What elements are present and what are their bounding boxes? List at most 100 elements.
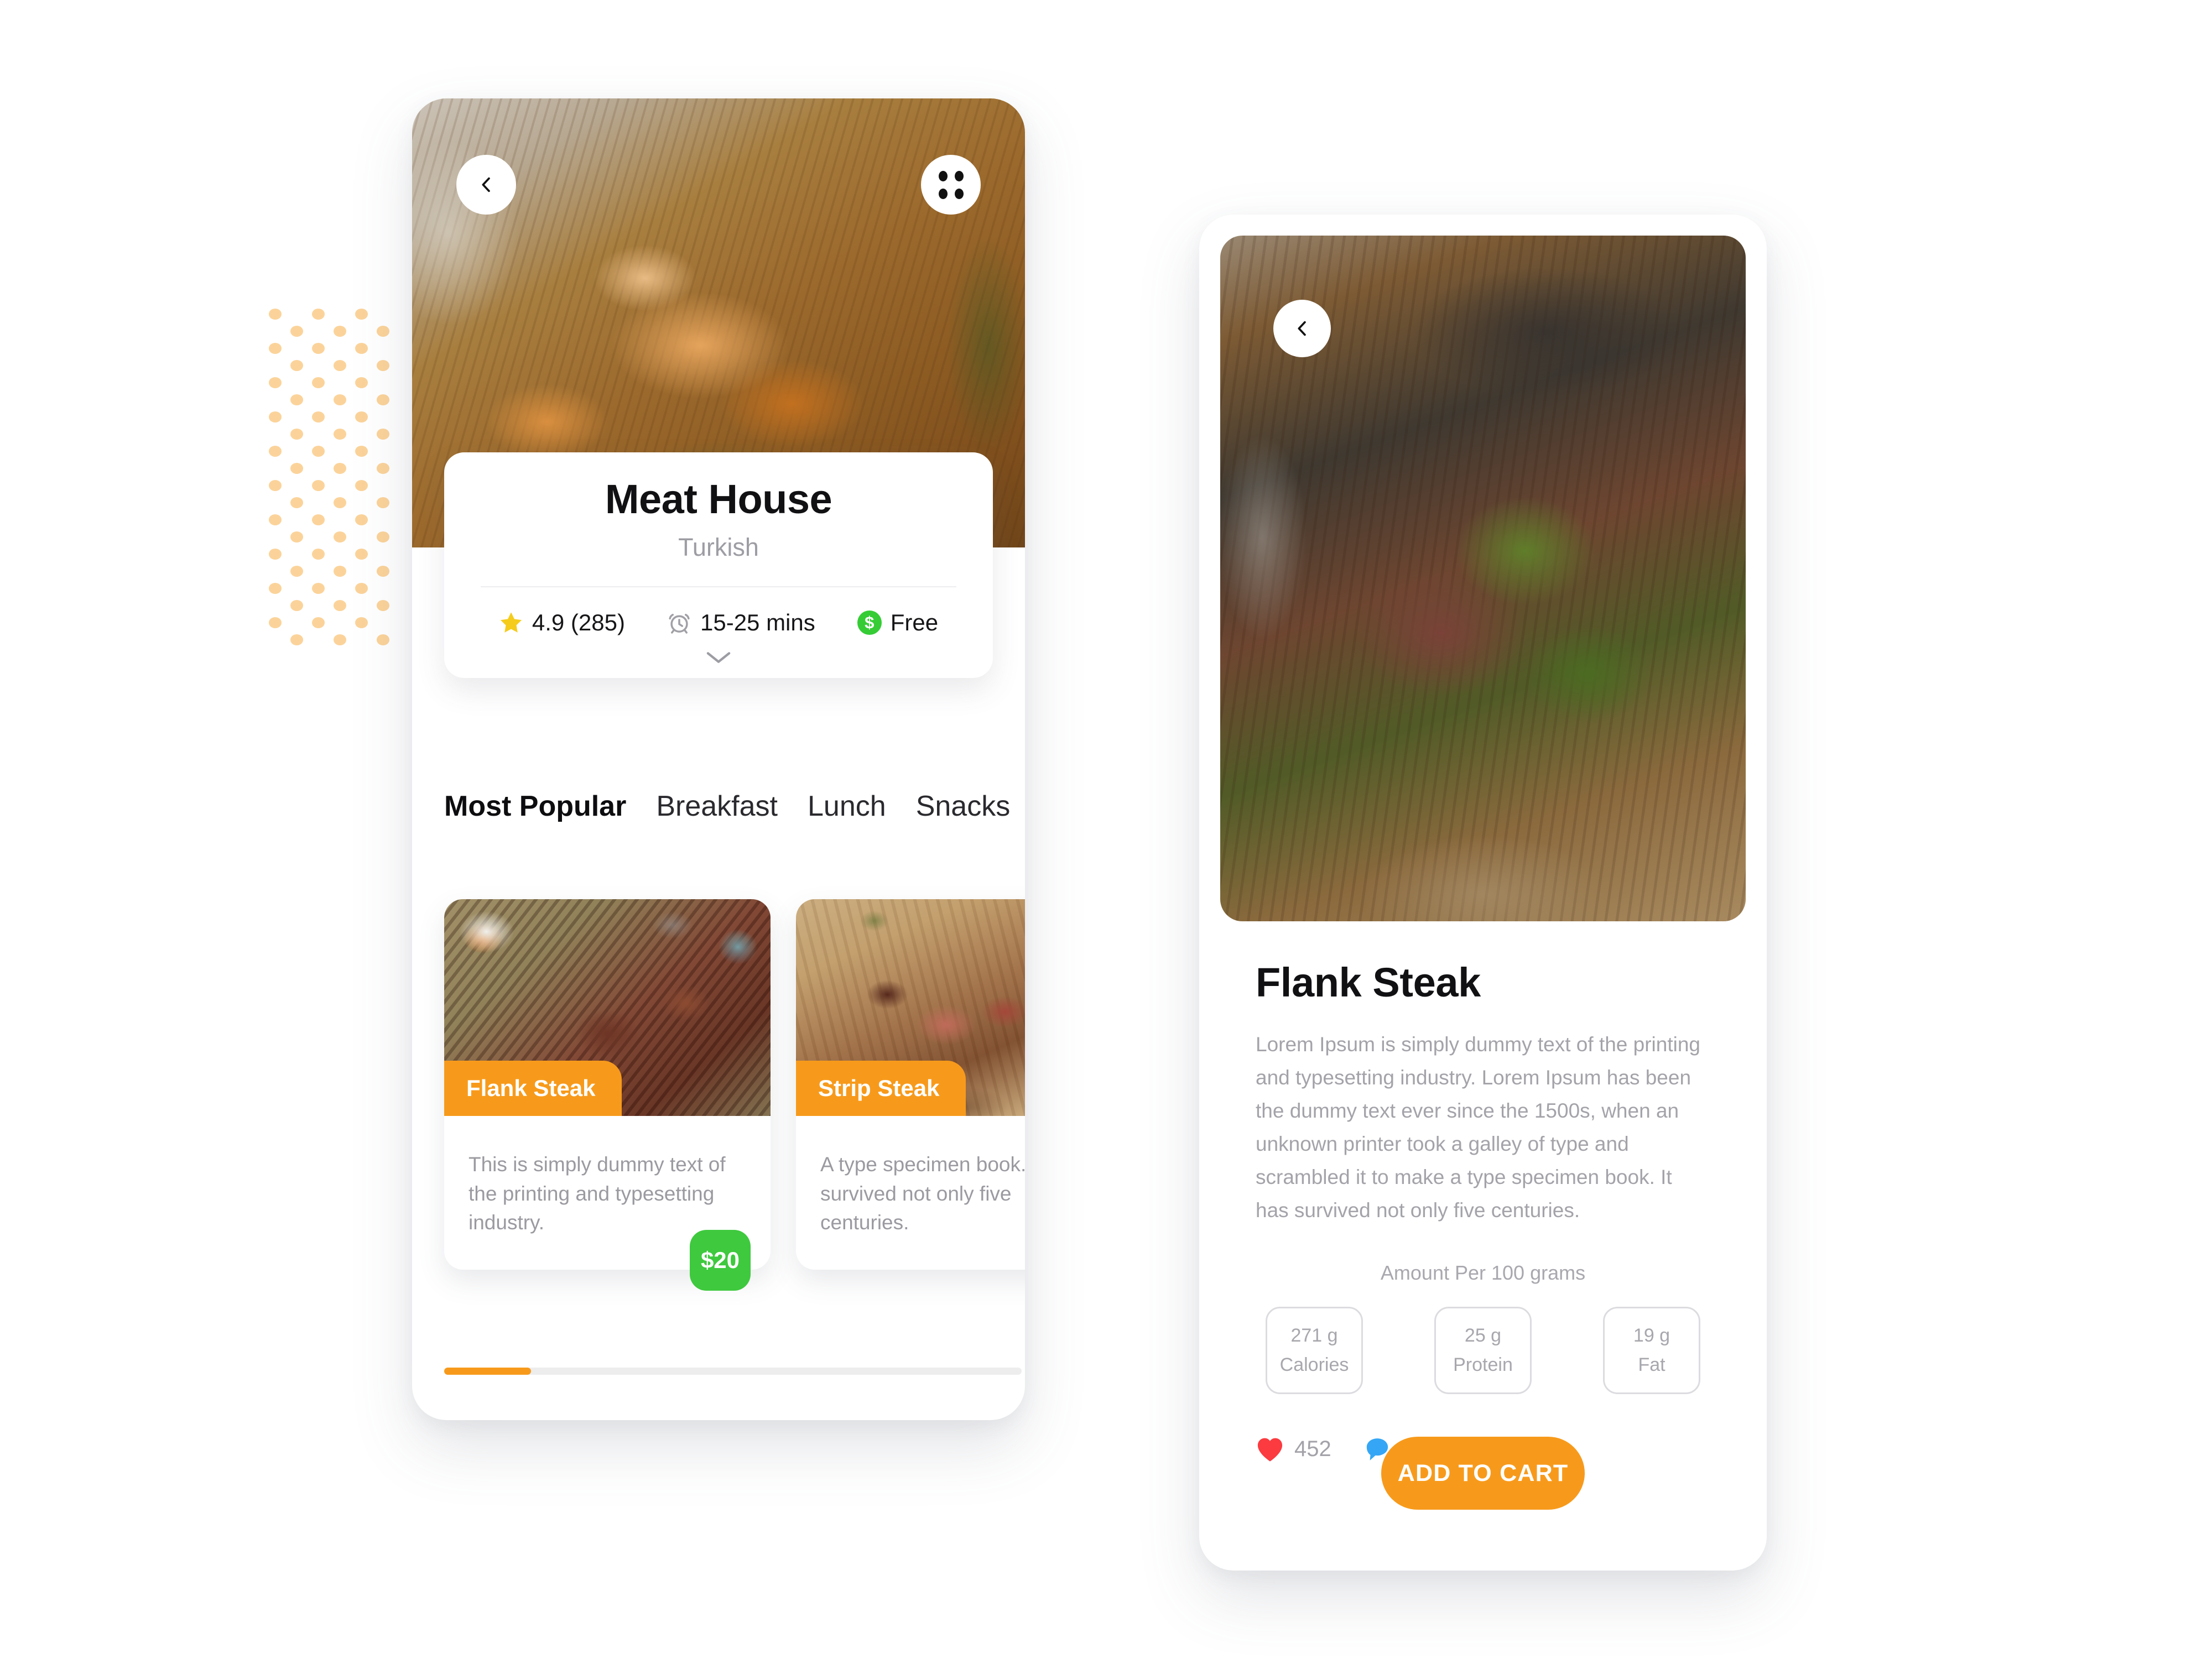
- nutrition-label: Calories: [1279, 1354, 1349, 1375]
- pattern-dot: [269, 446, 282, 457]
- dollar-circle-icon: $: [857, 610, 882, 635]
- nutrition-value: 25 g: [1464, 1324, 1502, 1346]
- back-button[interactable]: [1273, 300, 1331, 357]
- chevron-left-icon: [482, 177, 490, 192]
- pattern-dot: [290, 497, 303, 508]
- pattern-dot: [355, 617, 368, 628]
- pattern-dot: [377, 463, 389, 474]
- info-divider: [481, 586, 956, 587]
- restaurant-stats-row: 4.9 (285) 15-25 mins $ Free: [444, 609, 993, 636]
- star-icon: [500, 612, 522, 633]
- food-description: A type specimen book. It has survived no…: [820, 1153, 1025, 1234]
- pattern-dot: [334, 326, 346, 337]
- add-to-cart-button[interactable]: ADD TO CART: [1381, 1437, 1585, 1510]
- back-button[interactable]: [456, 155, 516, 215]
- food-card[interactable]: Strip Steak$25A type specimen book. It h…: [796, 899, 1025, 1270]
- pattern-dot: [355, 480, 368, 491]
- pattern-dot: [355, 309, 368, 320]
- food-name-badge: Flank Steak: [444, 1061, 622, 1116]
- nutrition-facts-row: 271 g Calories 25 g Protein 19 g Fat: [1256, 1306, 1710, 1394]
- tab-snacks[interactable]: Snacks: [916, 790, 1011, 823]
- pattern-dot: [377, 326, 389, 337]
- item-hero-image: [1220, 236, 1746, 921]
- pattern-dot: [312, 377, 325, 388]
- carousel-progress-track[interactable]: [444, 1368, 1022, 1375]
- restaurant-name: Meat House: [605, 476, 832, 522]
- pattern-dot: [355, 377, 368, 388]
- chevron-down-icon[interactable]: [706, 650, 731, 665]
- nutrition-value: 271 g: [1290, 1324, 1338, 1346]
- pattern-dot: [269, 617, 282, 628]
- pattern-dot: [269, 549, 282, 560]
- item-description: Lorem Ipsum is simply dummy text of the …: [1256, 1033, 1701, 1222]
- tab-breakfast[interactable]: Breakfast: [656, 790, 778, 823]
- pattern-dot: [312, 411, 325, 422]
- food-card-list: Flank Steak $20 This is simply dummy text …: [444, 899, 1025, 1291]
- pattern-dot: [377, 634, 389, 645]
- grid-menu-button[interactable]: [921, 155, 981, 215]
- food-card-image: Strip Steak: [796, 899, 1025, 1116]
- pattern-dot: [290, 531, 303, 542]
- pattern-dot: [334, 497, 346, 508]
- pattern-dot: [290, 394, 303, 405]
- like-stat[interactable]: 452: [1256, 1436, 1331, 1463]
- item-title: Flank Steak: [1256, 959, 1481, 1005]
- pattern-dot: [334, 360, 346, 371]
- tab-most-popular[interactable]: Most Popular: [444, 790, 626, 823]
- nutrition-box-calories: 271 g Calories: [1266, 1306, 1363, 1394]
- food-name-badge: Strip Steak: [796, 1061, 966, 1116]
- delivery-fee-stat: $ Free: [857, 609, 938, 636]
- restaurant-cuisine: Turkish: [678, 533, 759, 561]
- pattern-dot: [334, 463, 346, 474]
- food-card[interactable]: Flank Steak $20 This is simply dummy text …: [444, 899, 771, 1291]
- pattern-dot: [312, 549, 325, 560]
- pattern-dot: [269, 583, 282, 594]
- pattern-dot: [334, 531, 346, 542]
- item-detail-phone: Flank Steak Lorem Ipsum is simply dummy …: [1199, 215, 1767, 1571]
- pattern-dot: [355, 549, 368, 560]
- pattern-dot: [355, 514, 368, 525]
- pattern-dot: [377, 394, 389, 405]
- pattern-dot: [269, 309, 282, 320]
- pattern-dot: [312, 480, 325, 491]
- pattern-dot: [269, 411, 282, 422]
- like-count: 452: [1294, 1437, 1331, 1462]
- pattern-dot: [312, 617, 325, 628]
- category-tabs[interactable]: Most Popular Breakfast Lunch Snacks: [444, 790, 1025, 823]
- tab-lunch[interactable]: Lunch: [808, 790, 886, 823]
- pattern-dot: [290, 326, 303, 337]
- alarm-clock-icon: [669, 613, 690, 634]
- pattern-dot: [269, 480, 282, 491]
- restaurant-screen-phone: Meat House Turkish 4.9 (285) 15-25 mins …: [412, 98, 1025, 1420]
- pattern-dot: [290, 566, 303, 577]
- amount-per-label: Amount Per 100 grams: [1380, 1261, 1586, 1284]
- grid-dots-icon: [938, 170, 964, 199]
- nutrition-label: Fat: [1638, 1354, 1665, 1375]
- item-detail-body: Flank Steak Lorem Ipsum is simply dummy …: [1199, 959, 1767, 1463]
- pattern-dot: [290, 360, 303, 371]
- heart-icon: [1257, 1438, 1283, 1462]
- nutrition-label: Protein: [1453, 1354, 1513, 1375]
- food-card-image: Flank Steak: [444, 899, 771, 1116]
- chevron-left-icon: [1298, 321, 1306, 336]
- pattern-dot: [269, 377, 282, 388]
- delivery-fee-value: Free: [890, 609, 939, 635]
- rating-value: 4.9 (285): [532, 609, 625, 635]
- pattern-dot: [377, 600, 389, 611]
- pattern-dot: [377, 360, 389, 371]
- decorative-dot-pattern: [269, 309, 402, 646]
- pattern-dot: [290, 463, 303, 474]
- delivery-time-stat: 15-25 mins: [667, 609, 815, 636]
- pattern-dot: [290, 429, 303, 440]
- pattern-dot: [355, 411, 368, 422]
- pattern-dot: [377, 566, 389, 577]
- pattern-dot: [377, 429, 389, 440]
- pattern-dot: [334, 634, 346, 645]
- food-price-chip: $20: [690, 1229, 751, 1291]
- pattern-dot: [377, 497, 389, 508]
- pattern-dot: [355, 583, 368, 594]
- pattern-dot: [334, 600, 346, 611]
- restaurant-info-card: Meat House Turkish 4.9 (285) 15-25 mins …: [444, 452, 993, 678]
- delivery-time-value: 15-25 mins: [700, 609, 815, 635]
- pattern-dot: [269, 514, 282, 525]
